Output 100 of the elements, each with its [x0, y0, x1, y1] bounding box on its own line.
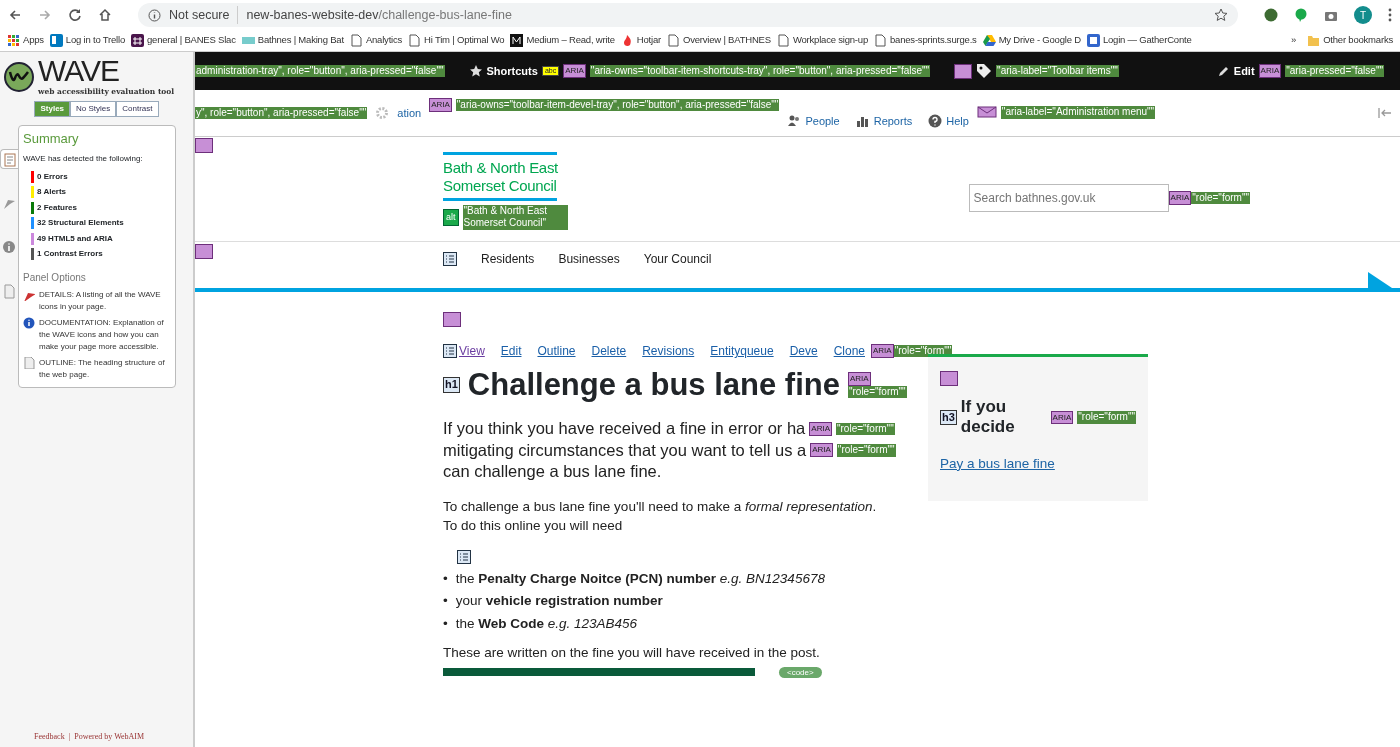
aria-badge: ARIA [1258, 64, 1282, 78]
search-field[interactable]: Search bathnes.gov.uk [968, 184, 1169, 212]
annotation-label: "role="form"" [1191, 191, 1250, 205]
nav-link[interactable]: Businesses [558, 250, 620, 268]
bookmark[interactable]: Apps [4, 33, 47, 48]
board-icon [49, 34, 63, 47]
list-icon [443, 252, 457, 266]
aria-badge: ARIA [810, 443, 833, 458]
summary-item[interactable]: 8 Alerts [37, 186, 67, 198]
view-tab[interactable]: Contrast [116, 101, 159, 118]
powered-by-text: Powered by [74, 732, 113, 741]
extension-icon[interactable] [1264, 8, 1278, 22]
page-icon [874, 34, 887, 47]
annotation-label: "aria-owns="toolbar-item-shortcuts-tray", role="button", aria-pressed="false"" [589, 64, 931, 78]
bookmark[interactable]: Bathnes | Making Bat [238, 33, 347, 48]
structure-icon [443, 312, 461, 327]
bullet: • [443, 592, 448, 611]
page-icon [408, 34, 422, 47]
summary-item[interactable]: 2 Features [37, 201, 78, 214]
page-icon [667, 34, 680, 47]
bookmark[interactable]: My Drive - Google D [979, 33, 1084, 48]
reload-icon[interactable] [68, 8, 82, 22]
bookmark[interactable]: Hi Tim | Optimal Wo [405, 33, 508, 48]
toolbar-link[interactable]: People [787, 112, 840, 130]
extension-icon[interactable] [1294, 8, 1308, 22]
info-icon [23, 316, 35, 329]
page-button[interactable] [443, 668, 755, 677]
bookmark[interactable]: Overview | BATHNES [664, 33, 774, 48]
tab-link[interactable]: View [459, 342, 485, 360]
structure-icon [940, 371, 958, 386]
summary-item[interactable]: 32 Structural Elements [37, 217, 124, 229]
bookmark[interactable]: Login — GatherConte [1083, 33, 1195, 48]
star-icon[interactable] [1214, 8, 1228, 22]
body-text: These are written on the fine you will have received in the post. [443, 643, 821, 662]
toolbar-link[interactable]: Reports [855, 112, 913, 130]
forward-icon[interactable] [38, 8, 52, 22]
people-icon [787, 114, 802, 128]
tab-link[interactable]: Outline [537, 342, 576, 360]
more-icon[interactable] [1388, 8, 1392, 22]
more-bookmarks[interactable]: » [1291, 33, 1297, 48]
envelope-icon [976, 106, 997, 119]
annotation-label: administration-tray", role="button", aria-pressed="false"" [195, 64, 445, 78]
bookmark[interactable]: Log in to Trello [46, 33, 128, 48]
bookmark[interactable]: banes-sprints.surge.s [871, 33, 980, 48]
aria-badge: ARIA [563, 64, 586, 78]
alt-badge: alt [443, 208, 459, 226]
aria-badge: ARIA [809, 422, 832, 436]
summary-item[interactable]: 0 Errors [37, 170, 68, 183]
tab-link[interactable]: Edit [500, 342, 522, 360]
annotation-label: "aria-label="Toolbar items"" [996, 64, 1119, 78]
annotation-label: "aria-label="Administration menu"" [1000, 106, 1156, 119]
page-icon [776, 34, 790, 47]
address-bar[interactable]: Not secure new-banes-website-dev/challenge-bus-lane-fine [138, 3, 1238, 27]
aria-badge: ARIA [871, 344, 894, 358]
feedback-link[interactable]: Feedback [34, 732, 65, 741]
page-icon [349, 34, 363, 47]
toolbar-link[interactable]: Edit [1233, 62, 1255, 80]
bookmark[interactable]: Analytics [346, 33, 406, 48]
view-tab[interactable]: No Styles [70, 101, 117, 118]
sidebar-link[interactable]: Pay a bus lane fine [940, 453, 1055, 475]
app-logo: WAVE [38, 56, 120, 86]
toolbar-link[interactable]: Shortcuts [486, 62, 538, 80]
heading-badge: h1 [443, 377, 460, 393]
collapse-icon[interactable] [1378, 107, 1392, 119]
summary-item[interactable]: 1 Contrast Errors [37, 248, 103, 260]
webaim-link[interactable]: WebAIM [114, 732, 145, 741]
panel-option[interactable]: DOCUMENTATION: Explanation of the WAVE icons and how you can make your page more accessible. [39, 316, 171, 353]
summary-item[interactable]: 49 HTML5 and ARIA [37, 232, 113, 245]
hash-icon [131, 34, 144, 47]
bookmark[interactable]: Other bookmarks [1304, 33, 1396, 48]
separator: | [68, 732, 71, 741]
nav-link[interactable]: Your Council [643, 250, 712, 268]
panel-option[interactable]: DETAILS: A listing of all the WAVE icons in your page. [39, 288, 171, 313]
aria-badge: ARIA [429, 98, 452, 112]
toolbar-link[interactable]: Help [928, 112, 969, 130]
tab-link[interactable]: Delete [591, 342, 627, 360]
home-icon[interactable] [98, 8, 112, 22]
tab-link[interactable]: Entityqueue [710, 342, 774, 360]
sidebar-heading: If you decide [960, 397, 1016, 438]
document-icon [23, 356, 35, 369]
tab-link[interactable]: Deve [789, 342, 818, 360]
tab-link[interactable]: Revisions [642, 342, 695, 360]
toolbar-link[interactable]: ation [397, 104, 422, 122]
bookmark[interactable]: Workplace sign-up [773, 33, 871, 48]
clipboard-icon [2, 151, 17, 167]
wave-logo-icon [4, 61, 34, 92]
back-icon[interactable] [8, 8, 22, 22]
list-icon [443, 344, 457, 358]
profile-avatar[interactable]: T [1354, 6, 1372, 24]
tab-link[interactable]: Clone [833, 342, 865, 360]
folder-icon [1307, 34, 1321, 47]
nav-link[interactable]: Residents [481, 250, 535, 268]
panel-option[interactable]: OUTLINE: The heading structure of the web page. [39, 356, 171, 381]
apps-grid-icon [7, 34, 20, 47]
security-label: Not secure [169, 6, 230, 24]
bookmark[interactable]: Hotjar [617, 33, 664, 48]
aria-badge: ARIA [1050, 410, 1074, 425]
bookmark[interactable]: general | BANES Slac [128, 33, 239, 48]
list-item: the Web Code e.g. 123AB456 [455, 615, 638, 633]
bookmark[interactable]: Medium – Read, write [507, 33, 618, 48]
